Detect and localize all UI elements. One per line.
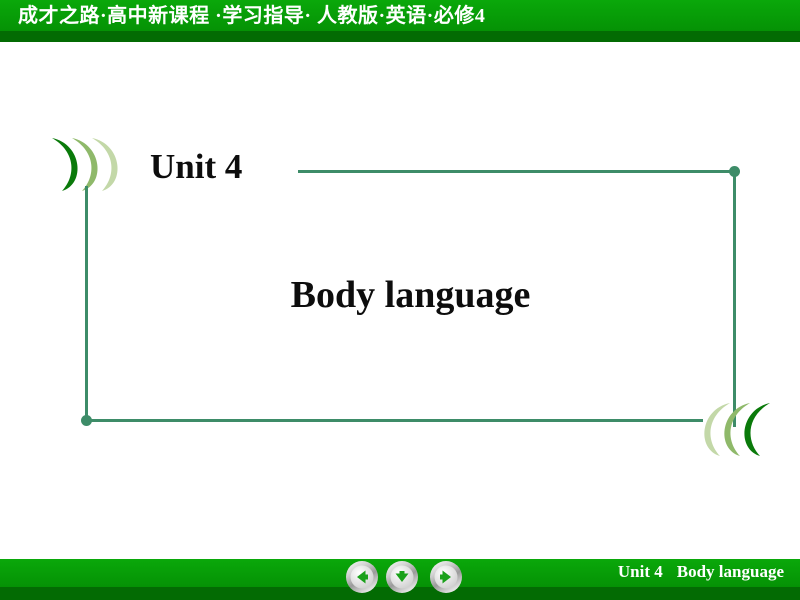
footer-caption-unit: Unit 4 (617, 562, 663, 581)
chevron-crescent-dark (744, 403, 770, 456)
footer-caption-title: Body language (676, 562, 784, 581)
footer-caption: Unit 4 Body language (618, 562, 784, 582)
frame-corner-dot-bottomleft (81, 415, 92, 426)
next-slide-button[interactable] (429, 560, 463, 594)
left-chevron-decoration (30, 136, 134, 192)
unit-label: Unit 4 (150, 147, 243, 186)
frame-corner-dot-topright (729, 166, 740, 177)
next-section-button[interactable] (385, 560, 419, 594)
header-dark-band (0, 31, 800, 42)
right-chevron-decoration (688, 401, 792, 457)
frame-top-line (298, 170, 736, 173)
page-title: Body language (290, 274, 531, 316)
header-bar: 成才之路·高中新课程 ·学习指导· 人教版·英语·必修4 (0, 0, 800, 42)
frame-bottom-line (85, 419, 703, 422)
frame-right-line (733, 170, 736, 427)
header-series-title: 成才之路·高中新课程 ·学习指导· 人教版·英语·必修4 (18, 5, 486, 27)
previous-slide-button[interactable] (345, 560, 379, 594)
chevron-crescent-dark (52, 138, 78, 191)
